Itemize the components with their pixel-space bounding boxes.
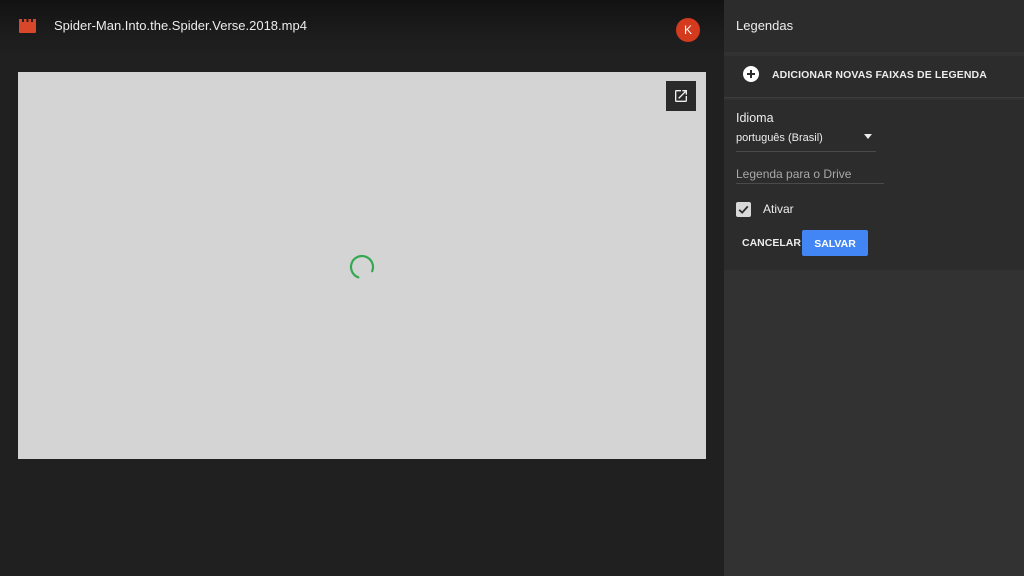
- add-subtitle-tracks-label: ADICIONAR NOVAS FAIXAS DE LEGENDA: [772, 69, 987, 81]
- panel-title: Legendas: [736, 18, 794, 33]
- viewer-top-bar: Spider-Man.Into.the.Spider.Verse.2018.mp…: [0, 0, 724, 56]
- cancel-button[interactable]: CANCELAR: [736, 230, 807, 256]
- video-preview: [18, 72, 706, 459]
- subtitle-name-input[interactable]: [736, 164, 884, 184]
- language-select[interactable]: português (Brasil): [736, 130, 876, 152]
- account-avatar[interactable]: K: [676, 18, 700, 42]
- add-subtitle-tracks-button[interactable]: ADICIONAR NOVAS FAIXAS DE LEGENDA: [724, 56, 1024, 98]
- video-viewer: Spider-Man.Into.the.Spider.Verse.2018.mp…: [0, 0, 724, 576]
- file-title: Spider-Man.Into.the.Spider.Verse.2018.mp…: [54, 18, 307, 33]
- language-label: Idioma: [736, 111, 774, 125]
- checkmark-icon: [738, 205, 749, 214]
- add-circle-icon: [743, 66, 759, 82]
- subtitle-track-form: Idioma português (Brasil) Ativar CANCELA…: [724, 100, 1024, 270]
- save-button[interactable]: SALVAR: [802, 230, 868, 256]
- enable-checkbox[interactable]: [736, 202, 751, 217]
- enable-label: Ativar: [763, 202, 794, 216]
- subtitles-panel: Legendas ADICIONAR NOVAS FAIXAS DE LEGEN…: [724, 0, 1024, 576]
- panel-header: Legendas: [724, 0, 1024, 52]
- language-selected-value: português (Brasil): [736, 132, 823, 144]
- video-file-icon: [19, 19, 36, 33]
- open-in-new-icon: [675, 90, 687, 102]
- open-in-new-window-button[interactable]: [666, 81, 696, 111]
- loading-spinner-icon: [349, 254, 375, 280]
- dropdown-arrow-icon: [864, 134, 872, 139]
